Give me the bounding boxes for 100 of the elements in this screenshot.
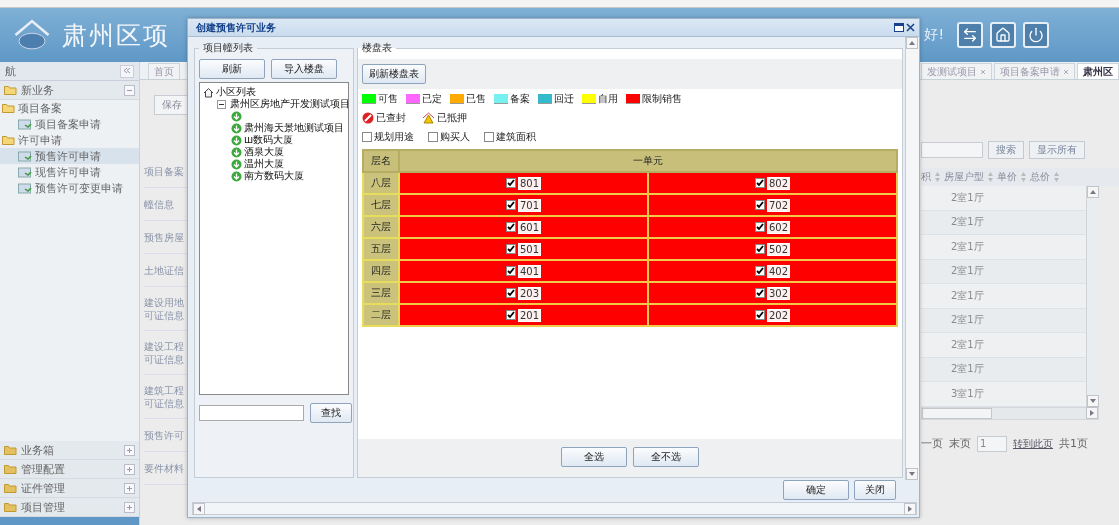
goto-page-link[interactable]: 转到此页 xyxy=(1013,436,1053,451)
table-cell: 2室1厅 xyxy=(951,288,984,303)
checkbox[interactable] xyxy=(362,131,372,142)
search-button[interactable]: 显示所有 xyxy=(1029,141,1085,159)
document-icon xyxy=(18,182,32,194)
horizontal-scrollbar[interactable] xyxy=(192,502,917,515)
room-checkbox[interactable] xyxy=(754,178,765,188)
room-checkbox[interactable] xyxy=(754,266,765,276)
panel-button[interactable]: 刷新 xyxy=(199,59,265,79)
swap-button[interactable] xyxy=(957,22,983,48)
prev-page-link[interactable]: 一页 xyxy=(921,436,943,451)
checkbox-label[interactable]: 建筑面积 xyxy=(496,129,536,144)
folder-icon xyxy=(4,464,17,474)
nav-item[interactable]: 项目备案申请 xyxy=(0,116,139,132)
room-checkbox[interactable] xyxy=(505,222,516,232)
checkbox[interactable] xyxy=(428,131,438,142)
search-button[interactable]: 搜索 xyxy=(988,141,1024,159)
toggle-icon[interactable] xyxy=(124,84,135,96)
room-cell[interactable]: 802 xyxy=(648,172,897,194)
room-cell[interactable]: 202 xyxy=(648,304,897,326)
dialog-button[interactable]: 关闭 xyxy=(854,480,896,500)
nav-group[interactable]: 管理配置 xyxy=(0,460,139,479)
document-icon xyxy=(18,118,32,130)
room-cell[interactable]: 801 xyxy=(399,172,648,194)
folder-icon xyxy=(4,483,17,493)
room-cell[interactable]: 402 xyxy=(648,260,897,282)
room-checkbox[interactable] xyxy=(754,310,765,320)
nav-group[interactable]: 新业务 xyxy=(0,81,139,100)
nav-item[interactable]: 预售许可变更申请 xyxy=(0,180,139,196)
floor-cell: 六层 xyxy=(363,216,399,238)
nav-group[interactable]: 证件管理 xyxy=(0,479,139,498)
home-icon xyxy=(203,86,214,98)
toggle-icon[interactable] xyxy=(124,444,135,456)
scrollbar[interactable] xyxy=(1086,186,1099,407)
tree-item[interactable]: 小区列表 xyxy=(216,85,256,99)
find-button[interactable]: 查找 xyxy=(310,403,352,423)
tree-item[interactable]: 酒泉大厦 xyxy=(244,145,284,159)
folder-icon xyxy=(4,445,17,455)
search-field[interactable] xyxy=(199,405,304,421)
room-number: 402 xyxy=(766,264,791,278)
collapse-button[interactable] xyxy=(120,64,134,78)
nav-folder[interactable]: 许可申请 xyxy=(18,132,62,148)
search-field[interactable] xyxy=(921,142,983,158)
room-number: 802 xyxy=(766,176,791,190)
legend-label: 备案 xyxy=(510,91,530,106)
tab[interactable]: 肃州区 xyxy=(1077,63,1119,79)
column-header: 一单元 xyxy=(399,150,897,172)
refresh-button[interactable]: 刷新楼盘表 xyxy=(362,64,426,84)
room-checkbox[interactable] xyxy=(505,288,516,298)
room-cell[interactable]: 203 xyxy=(399,282,648,304)
tree-item[interactable]: ш数码大厦 xyxy=(244,133,294,147)
dialog-button[interactable]: 确定 xyxy=(783,480,849,500)
tree-item[interactable]: 肃州区房地产开发测试项目 xyxy=(230,97,350,111)
room-cell[interactable]: 201 xyxy=(399,304,648,326)
tree-item[interactable]: 肃州海天景地测试项目 xyxy=(244,121,344,135)
tree-item[interactable]: 南方数码大厦 xyxy=(244,169,304,183)
collapse-icon[interactable] xyxy=(217,99,226,109)
nav-group[interactable]: 业务箱 xyxy=(0,441,139,460)
nav-group[interactable]: 项目管理 xyxy=(0,498,139,517)
arrow-circle-icon xyxy=(231,122,242,134)
room-checkbox[interactable] xyxy=(505,310,516,320)
panel-button[interactable]: 导入楼盘 xyxy=(271,59,337,79)
power-button[interactable] xyxy=(1023,22,1049,48)
close-icon[interactable] xyxy=(906,23,915,32)
nav-item[interactable]: 现售许可申请 xyxy=(0,164,139,180)
room-checkbox[interactable] xyxy=(505,244,516,254)
nav-item[interactable]: 预售许可申请 xyxy=(0,148,139,164)
room-cell[interactable]: 401 xyxy=(399,260,648,282)
room-checkbox[interactable] xyxy=(505,266,516,276)
toggle-icon[interactable] xyxy=(124,501,135,513)
room-checkbox[interactable] xyxy=(754,222,765,232)
table-cell: 2室1厅 xyxy=(951,190,984,205)
select-button[interactable]: 全不选 xyxy=(633,447,699,467)
last-page-link[interactable]: 末页 xyxy=(949,436,971,451)
nav-folder[interactable]: 项目备案 xyxy=(18,100,62,116)
toggle-icon[interactable] xyxy=(124,482,135,494)
room-checkbox[interactable] xyxy=(505,200,516,210)
scrollbar[interactable] xyxy=(905,37,919,480)
room-cell[interactable]: 502 xyxy=(648,238,897,260)
room-checkbox[interactable] xyxy=(754,200,765,210)
room-checkbox[interactable] xyxy=(754,288,765,298)
room-cell[interactable]: 302 xyxy=(648,282,897,304)
nav-title: 航 xyxy=(5,63,16,79)
tree-item[interactable]: 温州大厦 xyxy=(244,157,284,171)
checkbox-label[interactable]: 规划用途 xyxy=(374,129,414,144)
toggle-icon[interactable] xyxy=(124,463,135,475)
home-button[interactable] xyxy=(990,22,1016,48)
room-cell[interactable]: 701 xyxy=(399,194,648,216)
room-checkbox[interactable] xyxy=(754,244,765,254)
checkbox-label[interactable]: 购买人 xyxy=(440,129,470,144)
checkbox[interactable] xyxy=(484,131,494,142)
folder-icon xyxy=(4,502,17,512)
maximize-icon[interactable] xyxy=(894,23,904,32)
room-checkbox[interactable] xyxy=(505,178,516,188)
select-button[interactable]: 全选 xyxy=(561,447,627,467)
room-cell[interactable]: 501 xyxy=(399,238,648,260)
room-cell[interactable]: 601 xyxy=(399,216,648,238)
room-cell[interactable]: 602 xyxy=(648,216,897,238)
room-cell[interactable]: 702 xyxy=(648,194,897,216)
panel-title: 项目幢列表 xyxy=(202,41,254,55)
